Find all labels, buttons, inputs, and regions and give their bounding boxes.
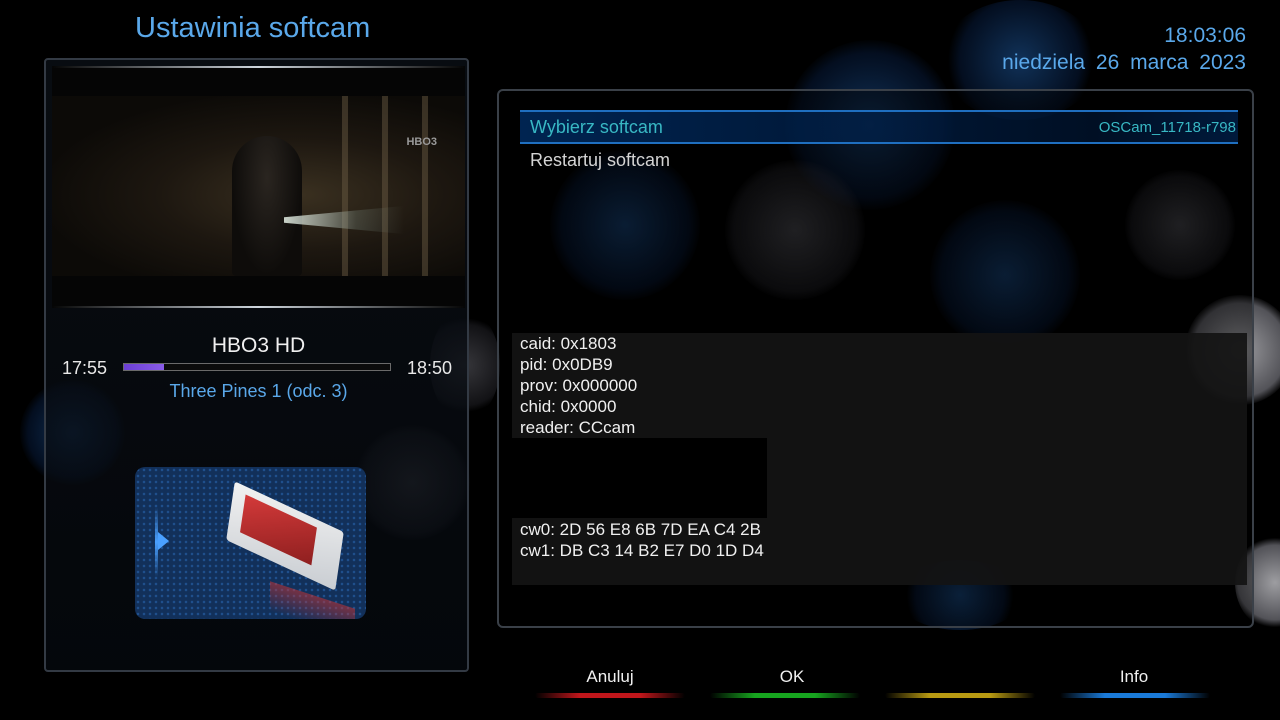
cam-card-reflection <box>270 581 355 619</box>
cam-card-icon <box>226 481 344 591</box>
green-button[interactable] <box>710 693 860 698</box>
channel-logo-overlay: HBO3 <box>406 136 437 148</box>
event-start-time: 17:55 <box>62 358 108 378</box>
ecm-prov: prov: 0x000000 <box>520 376 638 395</box>
menu-item-select-softcam[interactable]: Wybierz softcam <box>530 117 663 138</box>
arrow-right-icon <box>158 532 169 550</box>
cam-module-picture <box>135 467 366 619</box>
yellow-button[interactable] <box>885 693 1035 698</box>
event-progress-bar <box>123 363 391 371</box>
event-title: Three Pines 1 (odc. 3) <box>169 381 348 401</box>
frame-detail <box>342 96 348 276</box>
ecm-pid: pid: 0x0DB9 <box>520 355 613 374</box>
screen-title: Ustawinia softcam <box>135 12 371 44</box>
menu-item-restart-softcam[interactable]: Restartuj softcam <box>530 150 670 171</box>
event-progress-fill <box>124 364 164 370</box>
date: niedziela 26 marca 2023 <box>1002 51 1246 74</box>
ecm-chid: chid: 0x0000 <box>520 397 617 416</box>
ecm-reader: reader: CCcam <box>520 418 636 437</box>
blue-button-label[interactable]: Info <box>1059 667 1209 687</box>
red-button-label[interactable]: Anuluj <box>535 667 685 687</box>
green-button-label[interactable]: OK <box>717 667 867 687</box>
clock: 18:03:06 <box>1164 24 1246 47</box>
frame-figure <box>232 136 302 276</box>
ecm-caid: caid: 0x1803 <box>520 334 617 353</box>
ecm-cw0: cw0: 2D 56 E8 6B 7D EA C4 2B <box>520 520 761 539</box>
selected-softcam-value[interactable]: OSCam_11718-r798 <box>1099 119 1236 136</box>
frame-detail <box>382 96 388 276</box>
blue-button[interactable] <box>1060 693 1210 698</box>
ecm-cw1: cw1: DB C3 14 B2 E7 D0 1D D4 <box>520 541 764 560</box>
red-button[interactable] <box>535 693 685 698</box>
cam-card-label <box>240 494 317 566</box>
frame-detail <box>422 96 428 276</box>
video-frame: HBO3 <box>52 96 465 276</box>
video-preview: HBO3 <box>52 66 465 308</box>
preview-bottom-border <box>52 306 465 308</box>
channel-name: HBO3 HD <box>211 334 306 357</box>
preview-top-border <box>52 66 465 68</box>
ecm-info-gap <box>512 438 767 518</box>
event-end-time: 18:50 <box>407 358 453 378</box>
